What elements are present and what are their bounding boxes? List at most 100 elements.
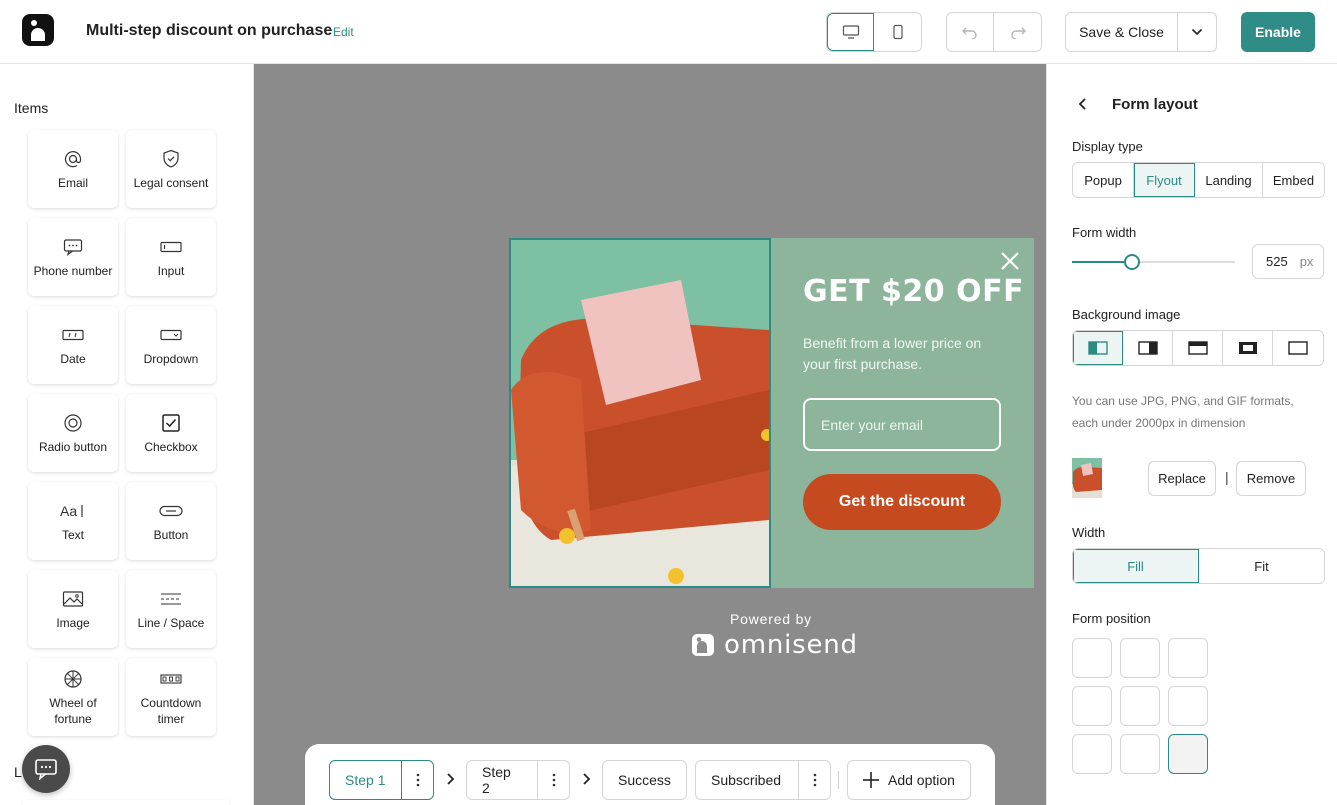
slider-thumb[interactable] <box>1124 254 1141 270</box>
step-label[interactable]: Success <box>603 761 686 799</box>
omnisend-logo-icon[interactable] <box>22 14 54 46</box>
item-input[interactable]: Input <box>126 218 216 296</box>
steps-divider <box>838 771 839 789</box>
input-field-icon <box>160 236 182 258</box>
add-option-content[interactable]: Add option <box>848 761 955 799</box>
checkbox-icon <box>161 412 181 434</box>
display-type-landing[interactable]: Landing <box>1195 163 1263 197</box>
desktop-view-button[interactable] <box>827 13 874 51</box>
get-discount-button[interactable]: Get the discount <box>803 474 1001 530</box>
item-text[interactable]: Aa Text <box>28 482 118 560</box>
chevron-down-icon <box>1191 28 1203 36</box>
item-line-space[interactable]: Line / Space <box>126 570 216 648</box>
width-fill-option[interactable]: Fill <box>1073 549 1199 583</box>
form-width-unit: px <box>1299 254 1314 269</box>
chevron-right-icon <box>583 773 591 785</box>
position-bottom-center[interactable] <box>1120 734 1160 774</box>
background-image-selector <box>1072 330 1324 366</box>
display-type-embed[interactable]: Embed <box>1263 163 1324 197</box>
form-width-slider[interactable] <box>1072 261 1235 263</box>
undo-button[interactable] <box>947 13 994 51</box>
remove-image-button[interactable]: Remove <box>1236 461 1306 496</box>
position-middle-right[interactable] <box>1168 686 1208 726</box>
position-top-left[interactable] <box>1072 638 1112 678</box>
radio-icon <box>63 412 83 434</box>
step-menu-button[interactable] <box>537 761 569 799</box>
save-options-dropdown[interactable] <box>1178 13 1216 51</box>
image-center-icon <box>1238 342 1257 354</box>
top-bar: Multi-step discount on purchase Edit Sav… <box>0 0 1337 64</box>
brand-name: omnisend <box>724 630 858 660</box>
text-icon: Aa <box>60 500 86 522</box>
display-type-flyout[interactable]: Flyout <box>1134 163 1195 197</box>
item-dropdown[interactable]: Dropdown <box>126 306 216 384</box>
kebab-icon <box>416 773 420 787</box>
add-option-button[interactable]: Add option <box>847 760 971 800</box>
item-checkbox[interactable]: Checkbox <box>126 394 216 472</box>
width-fit-option[interactable]: Fit <box>1199 549 1324 583</box>
position-bottom-right[interactable] <box>1168 734 1208 774</box>
item-countdown-timer[interactable]: Countdown timer <box>126 658 216 736</box>
step-tab-1[interactable]: Step 1 <box>329 760 434 800</box>
item-date[interactable]: Date <box>28 306 118 384</box>
step-label[interactable]: Step 2 <box>467 761 537 799</box>
omnisend-brand[interactable]: omnisend <box>692 629 858 661</box>
step-tab-success[interactable]: Success <box>602 760 687 800</box>
at-icon <box>63 148 83 170</box>
bg-option-image-left[interactable] <box>1073 331 1123 365</box>
svg-text:Aa: Aa <box>60 503 77 519</box>
form-width-input[interactable]: 525 px <box>1252 244 1324 279</box>
email-field[interactable]: Enter your email <box>803 398 1001 451</box>
step-label[interactable]: Subscribed <box>696 761 798 799</box>
page-title: Multi-step discount on purchase <box>86 22 333 39</box>
button-separator: | <box>1225 469 1229 485</box>
partial-item-tile[interactable] <box>22 800 230 805</box>
form-subtext[interactable]: Benefit from a lower price on your first… <box>803 333 1003 375</box>
back-arrow-icon[interactable] <box>1075 96 1091 112</box>
display-type-popup[interactable]: Popup <box>1073 163 1134 197</box>
support-chat-button[interactable] <box>22 745 70 793</box>
step-tab-subscribed[interactable]: Subscribed <box>695 760 831 800</box>
item-legal-consent[interactable]: Legal consent <box>126 130 216 208</box>
item-button[interactable]: Button <box>126 482 216 560</box>
enable-button[interactable]: Enable <box>1241 12 1315 52</box>
replace-image-button[interactable]: Replace <box>1148 461 1216 496</box>
image-right-icon <box>1137 341 1158 355</box>
position-middle-left[interactable] <box>1072 686 1112 726</box>
bg-option-image-center[interactable] <box>1223 331 1273 365</box>
item-phone-number[interactable]: Phone number <box>28 218 118 296</box>
countdown-icon <box>160 668 182 690</box>
steps-bar: Step 1 Step 2 Success Subscribed Add opt… <box>305 744 995 805</box>
item-image[interactable]: Image <box>28 570 118 648</box>
item-wheel-of-fortune[interactable]: Wheel of fortune <box>28 658 118 736</box>
edit-title-link[interactable]: Edit <box>333 25 354 39</box>
item-email[interactable]: Email <box>28 130 118 208</box>
image-format-hint: You can use JPG, PNG, and GIF formats, e… <box>1072 394 1294 430</box>
item-label: Image <box>56 615 90 630</box>
position-middle-center[interactable] <box>1120 686 1160 726</box>
step-menu-button[interactable] <box>798 761 830 799</box>
signup-form-preview[interactable]: GET $20 OFF Benefit from a lower price o… <box>509 238 1034 588</box>
item-label: Wheel of fortune <box>49 695 97 726</box>
item-radio-button[interactable]: Radio button <box>28 394 118 472</box>
bg-option-image-top[interactable] <box>1173 331 1223 365</box>
device-toggle <box>826 12 922 52</box>
position-bottom-left[interactable] <box>1072 734 1112 774</box>
background-image-thumbnail[interactable] <box>1072 458 1102 498</box>
display-type-selector: Popup Flyout Landing Embed <box>1072 162 1325 198</box>
step-label[interactable]: Step 1 <box>330 761 401 799</box>
position-top-center[interactable] <box>1120 638 1160 678</box>
position-top-right[interactable] <box>1168 638 1208 678</box>
bg-option-image-right[interactable] <box>1123 331 1173 365</box>
step-tab-2[interactable]: Step 2 <box>466 760 570 800</box>
button-icon <box>159 500 183 522</box>
close-icon[interactable] <box>999 250 1021 272</box>
mobile-view-button[interactable] <box>874 13 921 51</box>
save-close-button[interactable]: Save & Close <box>1066 13 1178 51</box>
bg-option-image-full[interactable] <box>1273 331 1323 365</box>
form-background-image[interactable] <box>509 238 771 588</box>
form-heading[interactable]: GET $20 OFF <box>803 274 1024 309</box>
step-menu-button[interactable] <box>401 761 433 799</box>
date-field-icon <box>62 324 84 346</box>
redo-button[interactable] <box>994 13 1041 51</box>
